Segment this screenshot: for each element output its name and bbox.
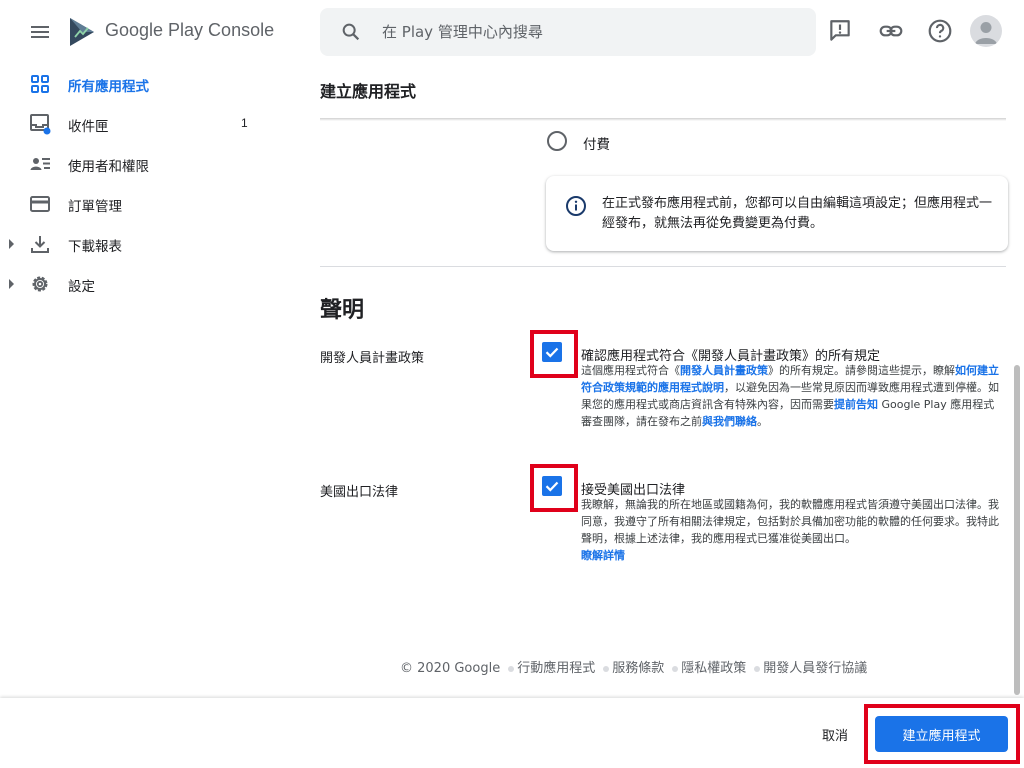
developer-policy-checkbox[interactable] <box>542 342 562 362</box>
search-input[interactable] <box>382 8 802 56</box>
developer-policy-description: 這個應用程式符合《開發人員計畫政策》的所有規定。請參閱這些提示，瞭解如何建立符合… <box>581 362 1001 430</box>
sidebar-item-label: 所有應用程式 <box>68 79 149 95</box>
avatar[interactable] <box>970 15 1002 47</box>
footer-link-dda[interactable]: 開發人員發行協議 <box>763 661 867 676</box>
highlight-box <box>530 330 578 378</box>
info-text: 在正式發布應用程式前，您都可以自由編輯這項設定；但應用程式一經發布，就無法再從免… <box>602 196 993 231</box>
play-console-logo <box>70 18 94 46</box>
copyright: © 2020 Google <box>400 661 501 676</box>
us-export-description: 我瞭解，無論我的所在地區或國籍為何，我的軟體應用程式皆須遵守美國出口法律。我同意… <box>581 496 1001 564</box>
learn-more-link[interactable]: 瞭解詳情 <box>581 549 625 562</box>
help-icon[interactable] <box>927 18 953 44</box>
sidebar-item-settings[interactable]: 設定 <box>0 264 290 304</box>
app-name: Google Play Console <box>105 20 275 40</box>
paid-radio[interactable] <box>547 131 567 151</box>
checkmark-icon <box>545 347 559 358</box>
top-bar: Google Play Console <box>0 0 1024 64</box>
user-icon <box>975 22 997 44</box>
footer-link-privacy[interactable]: 隱私權政策 <box>681 661 746 676</box>
desc-text: 這個應用程式符合《 <box>581 364 680 377</box>
sidebar-item-label: 下載報表 <box>68 239 122 255</box>
checkmark-icon <box>545 481 559 492</box>
desc-text: 。 <box>757 415 768 428</box>
developer-policy-link[interactable]: 開發人員計畫政策 <box>680 364 768 377</box>
search-icon <box>342 23 360 41</box>
desc-text: 我瞭解，無論我的所在地區或國籍為何，我的軟體應用程式皆須遵守美國出口法律。我同意… <box>581 498 999 545</box>
divider <box>320 266 1006 267</box>
info-card: 在正式發布應用程式前，您都可以自由編輯這項設定；但應用程式一經發布，就無法再從免… <box>546 176 1008 251</box>
sidebar-item-download-reports[interactable]: 下載報表 <box>0 224 290 264</box>
sidebar-item-all-apps[interactable]: 所有應用程式 <box>0 64 290 104</box>
sidebar-item-order-management[interactable]: 訂單管理 <box>0 184 290 224</box>
paid-radio-label: 付費 <box>583 137 610 153</box>
credit-card-icon <box>30 196 50 212</box>
sidebar-item-inbox[interactable]: 收件匣 1 <box>0 104 290 144</box>
footer: © 2020 Google 行動應用程式 服務條款 隱私權政策 開發人員發行協議 <box>400 657 867 676</box>
inbox-icon <box>30 114 51 135</box>
expand-caret-icon[interactable] <box>9 279 14 289</box>
download-icon <box>31 236 49 253</box>
advance-notice-link[interactable]: 提前告知 <box>834 398 878 411</box>
developer-policy-row-label: 開發人員計畫政策 <box>320 351 425 366</box>
us-export-checkbox[interactable] <box>542 476 562 496</box>
sidebar-item-label: 設定 <box>68 279 95 295</box>
sidebar-item-label: 使用者和權限 <box>68 159 149 175</box>
users-permissions-icon <box>30 158 50 170</box>
sidebar: 所有應用程式 收件匣 1 使用者和權限 訂單管理 下載報表 設定 <box>0 64 290 768</box>
cancel-button[interactable]: 取消 <box>806 718 864 750</box>
feedback-icon[interactable] <box>827 18 853 44</box>
link-icon[interactable] <box>878 18 904 44</box>
contact-us-link[interactable]: 與我們聯絡 <box>702 415 757 428</box>
expand-caret-icon[interactable] <box>9 239 14 249</box>
apps-grid-icon <box>31 75 49 93</box>
hamburger-menu-icon[interactable] <box>28 20 52 44</box>
info-icon <box>566 196 586 216</box>
sidebar-item-label: 訂單管理 <box>68 199 122 215</box>
footer-link-terms[interactable]: 服務條款 <box>612 661 664 676</box>
page-title: 建立應用程式 <box>320 82 417 101</box>
desc-text: 》的所有規定。請參閱這些提示，瞭解 <box>768 364 955 377</box>
highlight-box <box>530 464 578 512</box>
footer-link-mobile-app[interactable]: 行動應用程式 <box>517 661 595 676</box>
sidebar-item-label: 收件匣 <box>68 119 109 135</box>
sidebar-item-users-permissions[interactable]: 使用者和權限 <box>0 144 290 184</box>
create-app-button[interactable]: 建立應用程式 <box>875 716 1008 752</box>
gear-icon <box>32 276 48 292</box>
search-bar[interactable] <box>320 8 816 56</box>
us-export-row-label: 美國出口法律 <box>320 485 399 500</box>
scrollbar[interactable] <box>1014 365 1020 695</box>
inbox-count-badge: 1 <box>241 116 248 130</box>
divider <box>320 118 1006 121</box>
declarations-title: 聲明 <box>320 298 365 323</box>
